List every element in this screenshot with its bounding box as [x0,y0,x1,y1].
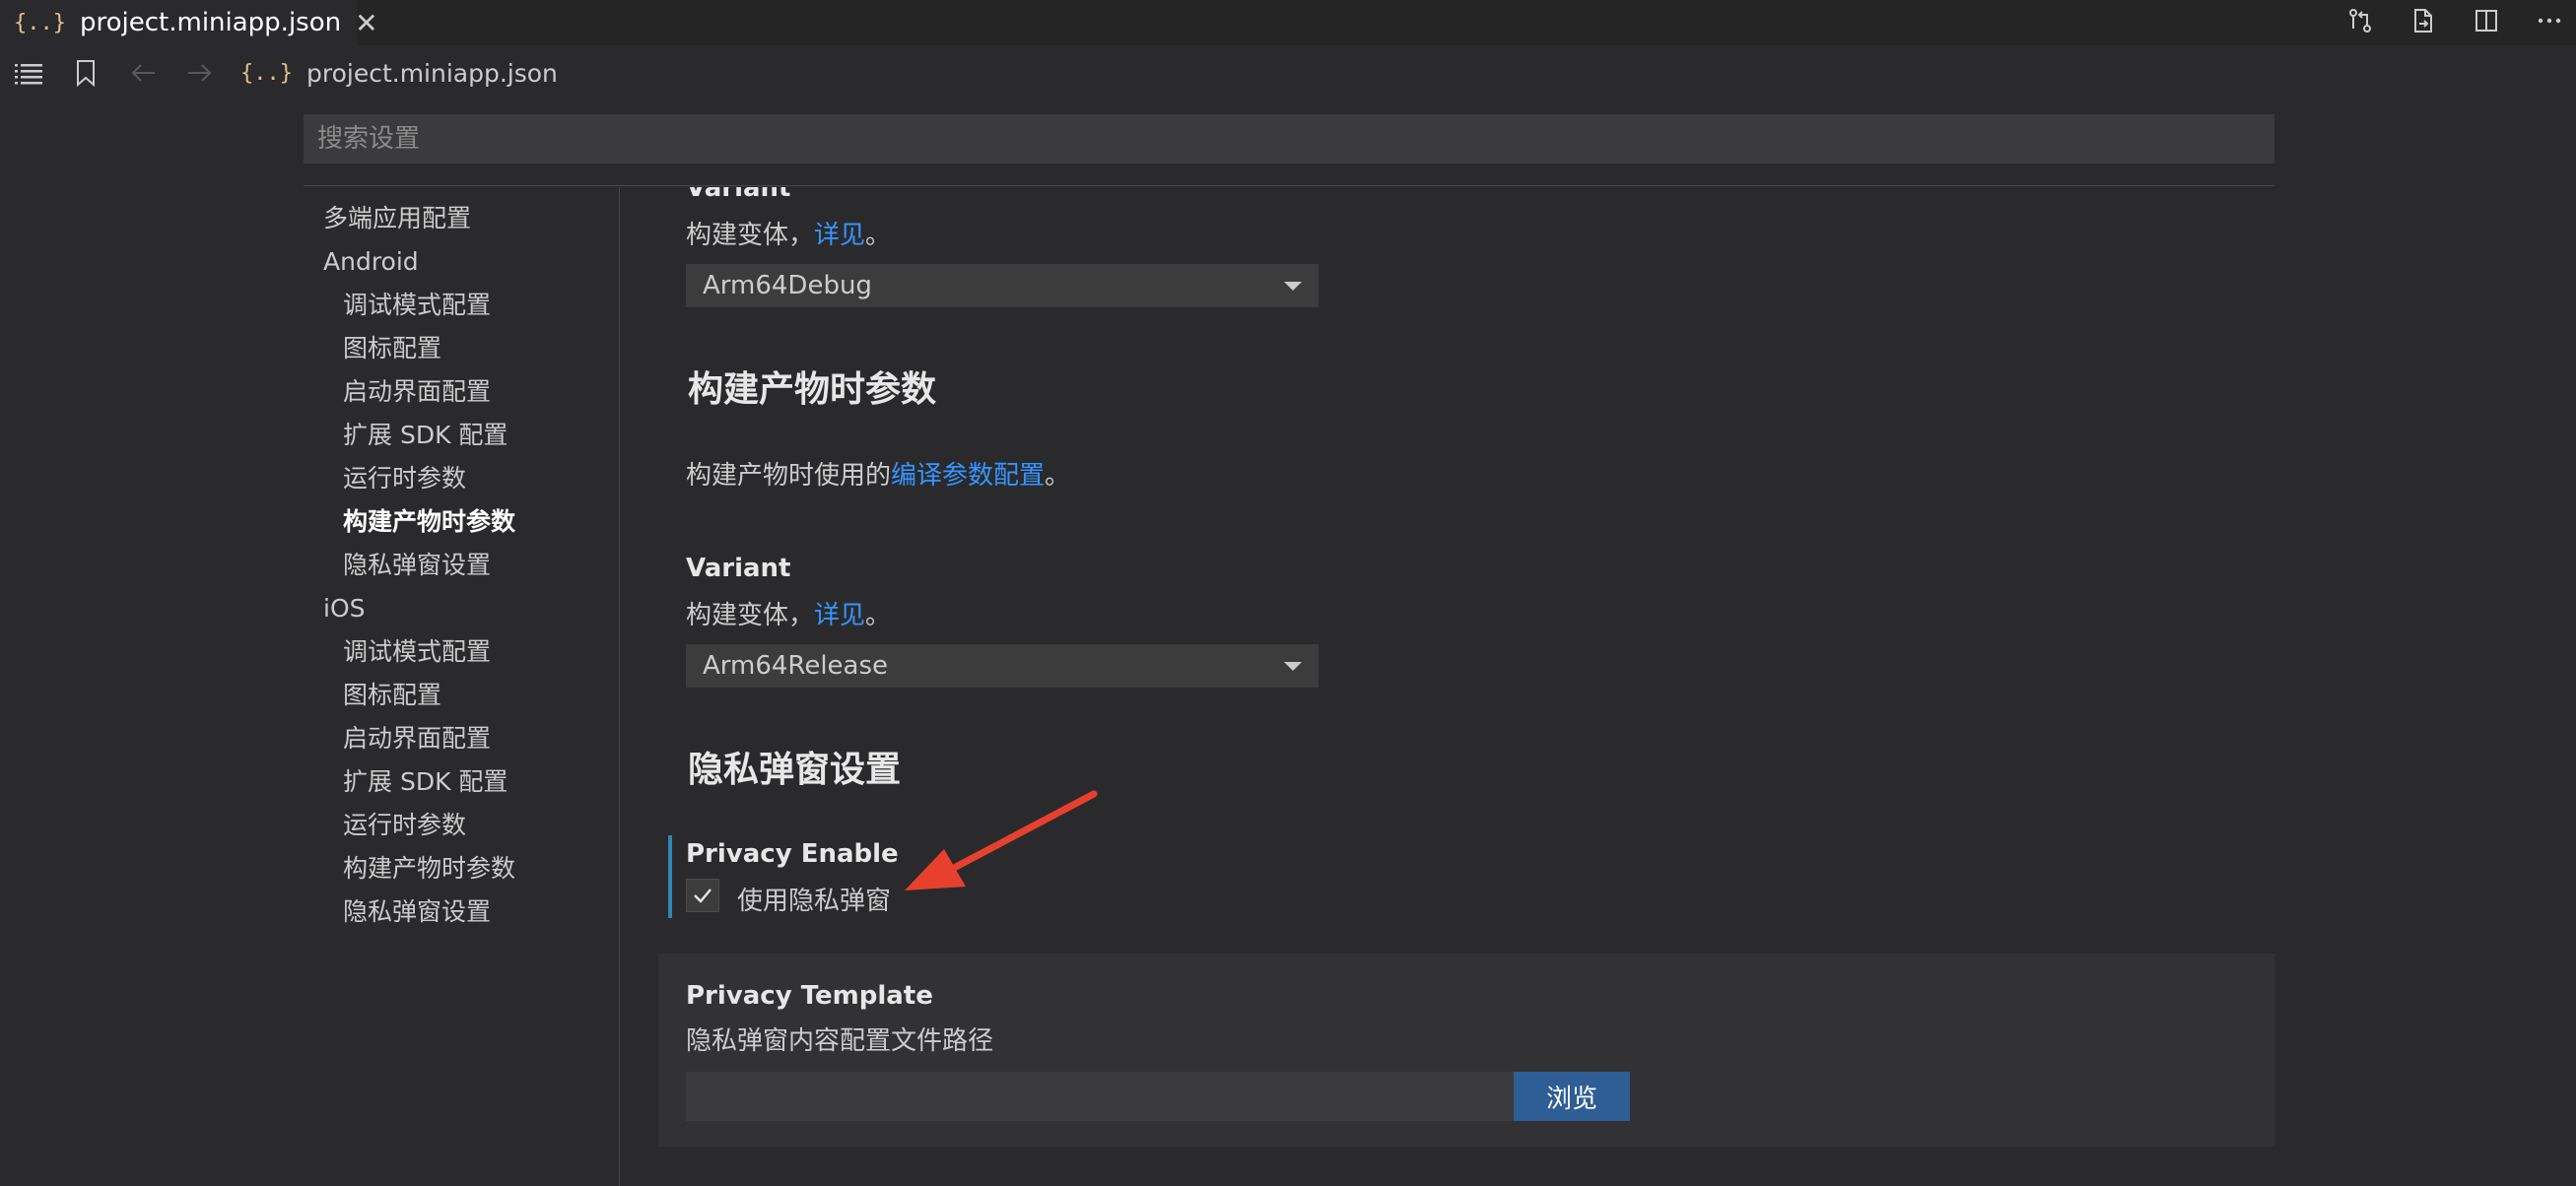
nav-item-ios-icon[interactable]: 图标配置 [304,674,619,717]
variant-release-desc-suffix: 。 [865,601,892,630]
nav-item-ios[interactable]: iOS [304,587,619,630]
variant-release-select-value: Arm64Release [703,651,889,681]
privacy-enable-title: Privacy Enable [686,839,899,869]
tab-bar: {..} project.miniapp.json ✕ [0,0,2576,45]
tab-label: project.miniapp.json [79,8,342,37]
json-file-icon: {..} [14,10,66,35]
check-icon [694,889,712,903]
build-desc-suffix: 。 [1045,461,1071,491]
nav-divider [619,187,620,1186]
split-editor-icon[interactable] [2472,6,2501,35]
variant-details-link[interactable]: 详见 [814,221,865,250]
tab-project-miniapp-json[interactable]: {..} project.miniapp.json ✕ [0,0,378,45]
nav-item-android-runtime[interactable]: 运行时参数 [304,457,619,500]
compile-params-link[interactable]: 编译参数配置 [891,461,1045,491]
json-file-icon: {..} [240,60,293,86]
red-arrow-annotation-icon [905,790,1098,890]
chevron-down-icon [1284,661,1302,671]
privacy-enable-checkbox[interactable] [686,879,719,912]
nav-item-android-privacy[interactable]: 隐私弹窗设置 [304,544,619,587]
nav-item-ios-splash[interactable]: 启动界面配置 [304,717,619,760]
settings-nav: 多端应用配置 Android 调试模式配置 图标配置 启动界面配置 扩展 SDK… [304,197,619,934]
build-section-desc: 构建产物时使用的编译参数配置。 [686,455,1070,492]
compare-changes-icon[interactable] [2345,6,2375,35]
privacy-section-title: 隐私弹窗设置 [688,750,902,790]
nav-item-multi-platform[interactable]: 多端应用配置 [304,197,619,240]
back-arrow-icon[interactable] [126,56,160,90]
variant-select[interactable]: Arm64Debug [686,264,1319,307]
nav-item-android-splash[interactable]: 启动界面配置 [304,370,619,414]
privacy-template-title: Privacy Template [686,981,933,1011]
variant-select-value: Arm64Debug [703,271,872,300]
nav-item-android-sdk[interactable]: 扩展 SDK 配置 [304,414,619,457]
browse-button[interactable]: 浏览 [1514,1072,1630,1121]
forward-arrow-icon[interactable] [183,56,217,90]
nav-item-ios-build[interactable]: 构建产物时参数 [304,847,619,890]
variant-release-desc-text: 构建变体， [686,601,815,630]
nav-item-ios-debug[interactable]: 调试模式配置 [304,630,619,674]
variant-release-title: Variant [686,554,791,583]
variant-desc-text: 构建变体， [686,221,815,250]
divider [304,185,2274,186]
breadcrumb-file[interactable]: project.miniapp.json [306,59,558,88]
chevron-down-icon [1284,281,1302,291]
privacy-enable-label[interactable]: 使用隐私弹窗 [737,881,891,917]
privacy-template-desc: 隐私弹窗内容配置文件路径 [686,1026,994,1056]
nav-item-android-build[interactable]: 构建产物时参数 [304,500,619,544]
open-file-icon[interactable] [2408,6,2438,35]
search-settings-input[interactable] [304,114,2274,164]
nav-item-ios-privacy[interactable]: 隐私弹窗设置 [304,890,619,934]
nav-item-android-debug[interactable]: 调试模式配置 [304,284,619,327]
breadcrumb-bar: {..} project.miniapp.json [0,45,2576,100]
variant-release-select[interactable]: Arm64Release [686,644,1319,688]
focus-indicator [668,835,672,918]
variant-desc: 构建变体，详见。 [686,215,891,251]
bookmark-icon[interactable] [69,56,102,90]
privacy-template-path-input[interactable] [686,1072,1514,1121]
build-desc-text: 构建产物时使用的 [686,461,892,491]
outline-list-icon[interactable] [12,56,45,90]
variant-release-details-link[interactable]: 详见 [814,601,865,630]
nav-item-android-icon[interactable]: 图标配置 [304,327,619,370]
variant-desc-suffix: 。 [865,221,892,250]
settings-content: Variant 构建变体，详见。 Arm64Debug 构建产物时参数 构建产物… [631,187,2286,1186]
close-icon[interactable]: ✕ [355,7,377,39]
build-section-title: 构建产物时参数 [688,369,937,410]
variant-release-desc: 构建变体，详见。 [686,595,891,631]
nav-item-android[interactable]: Android [304,240,619,284]
more-actions-icon[interactable] [2535,6,2564,35]
editor-actions [2345,6,2564,35]
variant-title: Variant [686,187,791,203]
nav-item-ios-runtime[interactable]: 运行时参数 [304,804,619,847]
nav-item-ios-sdk[interactable]: 扩展 SDK 配置 [304,760,619,804]
